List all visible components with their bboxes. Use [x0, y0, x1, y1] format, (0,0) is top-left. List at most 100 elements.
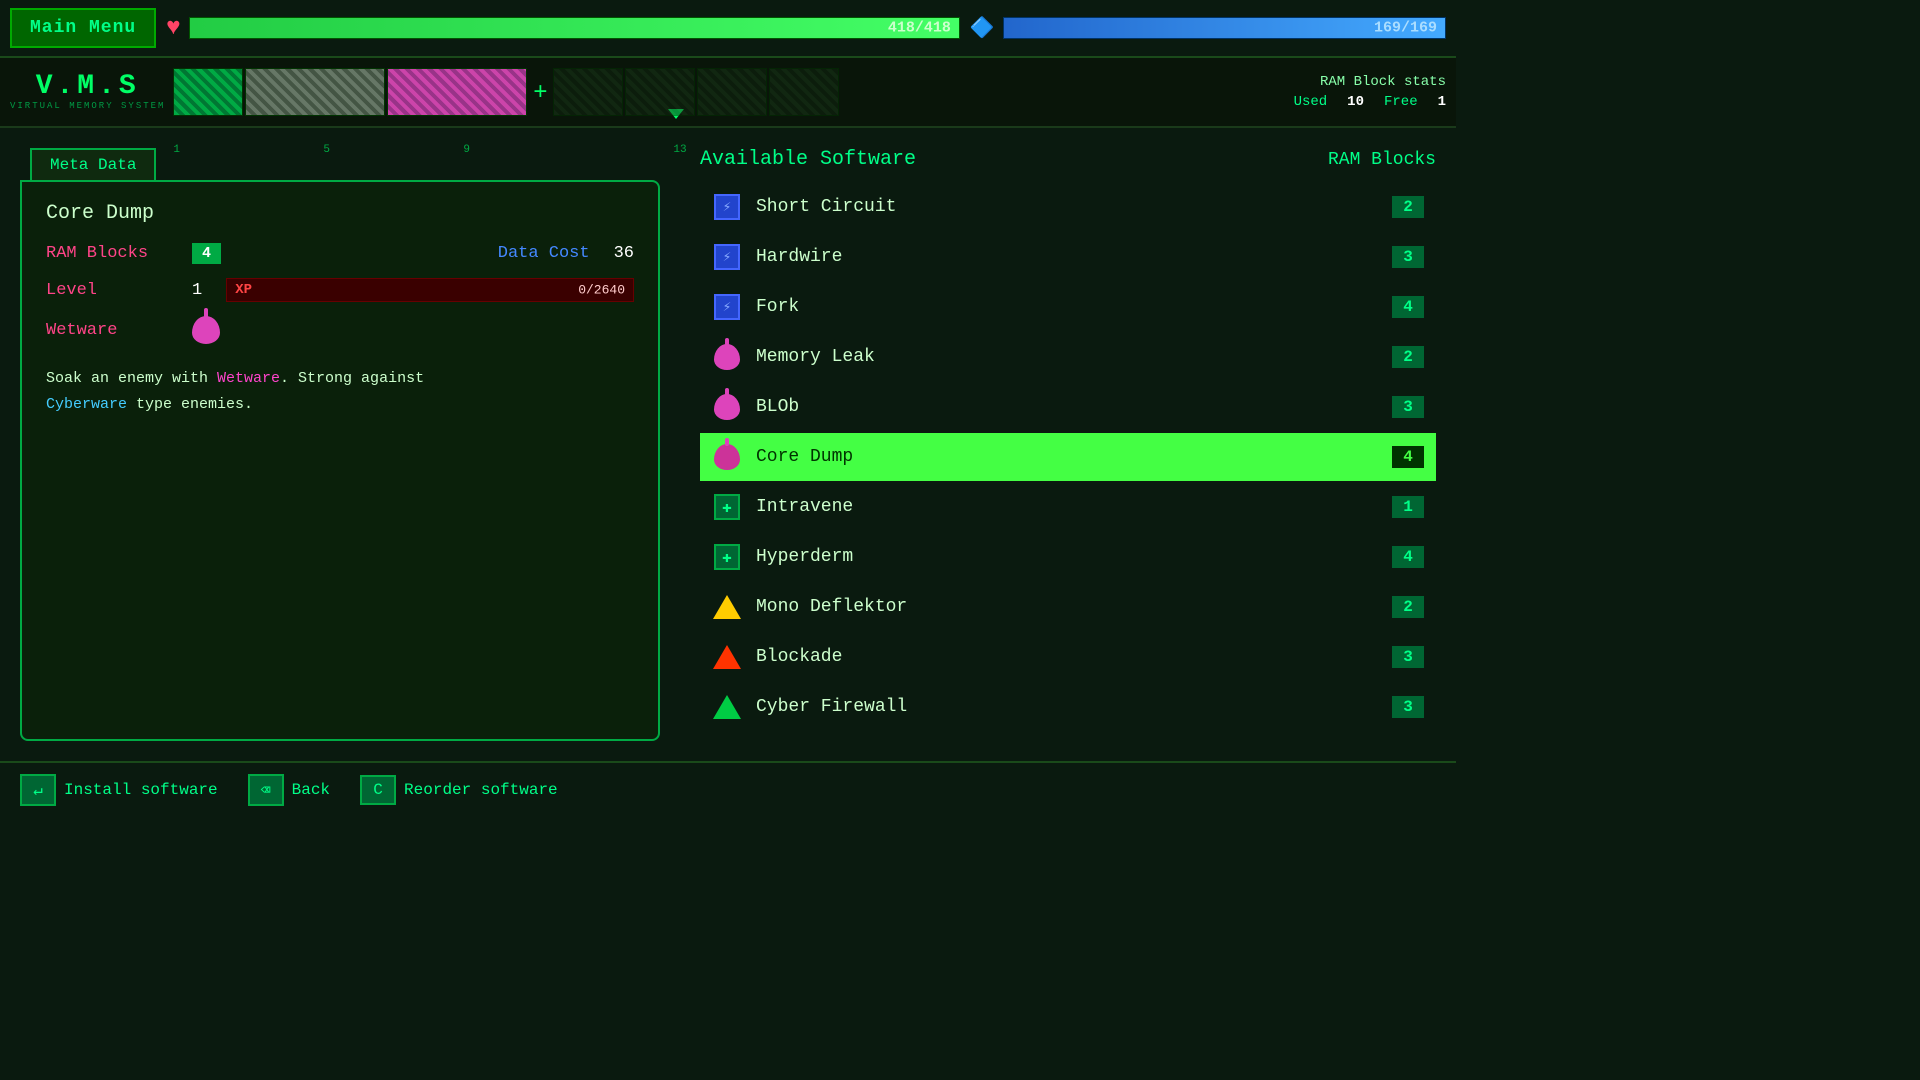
install-key-symbol: ↵ — [33, 780, 43, 800]
software-item-memory-leak[interactable]: Memory Leak 2 — [700, 333, 1436, 381]
software-item-blockade[interactable]: Blockade 3 — [700, 633, 1436, 681]
software-item-cyber-firewall[interactable]: Cyber Firewall 3 — [700, 683, 1436, 731]
health-bar-container: ♥ 418/418 — [166, 15, 960, 42]
install-software-button[interactable]: ↵ Install software — [20, 774, 218, 806]
ram-free-label: Free — [1384, 94, 1418, 110]
mp-text: 169/169 — [1374, 20, 1437, 37]
software-item-mono-deflektor[interactable]: Mono Deflektor 2 — [700, 583, 1436, 631]
meta-data-cost-label: Data Cost — [498, 244, 590, 263]
software-item-intravene[interactable]: ✚ Intravene 1 — [700, 483, 1436, 531]
software-title: Available Software — [700, 148, 916, 171]
ram-num-5: 5 — [323, 144, 330, 156]
sw-ram-hardwire: 3 — [1392, 246, 1424, 268]
ram-free-value: 1 — [1438, 94, 1446, 110]
vms-subtitle: VIRTUAL MEMORY SYSTEM — [10, 101, 165, 111]
desc-cyberware: Cyberware — [46, 396, 127, 413]
vms-title: V.M.S — [36, 73, 140, 101]
sw-ram-blockade: 3 — [1392, 646, 1424, 668]
sw-ram-intravene: 1 — [1392, 496, 1424, 518]
meta-tab[interactable]: Meta Data — [30, 148, 156, 180]
sw-name-hyperderm: Hyperderm — [756, 547, 1392, 567]
meta-ram-label: RAM Blocks — [46, 244, 176, 263]
main-menu-button[interactable]: Main Menu — [10, 8, 156, 48]
ram-stats-panel: RAM Block stats Used 10 Free 1 — [1226, 74, 1446, 110]
desc-line2: . Strong against — [280, 370, 424, 387]
sw-ram-mono-deflektor: 2 — [1392, 596, 1424, 618]
software-panel: Available Software RAM Blocks ⚡ Short Ci… — [680, 128, 1456, 761]
ram-segment-empty-2 — [625, 68, 695, 116]
mono-deflektor-icon — [712, 592, 742, 622]
short-circuit-icon: ⚡ — [712, 192, 742, 222]
main-content: Meta Data Core Dump RAM Blocks 4 Data Co… — [0, 128, 1456, 761]
meta-ram-value: 4 — [192, 243, 221, 264]
ram-num-1: 1 — [173, 144, 180, 156]
software-item-blob[interactable]: BLOb 3 — [700, 383, 1436, 431]
meta-box: Core Dump RAM Blocks 4 Data Cost 36 Leve… — [20, 180, 660, 741]
ram-add-button[interactable]: + — [529, 78, 551, 106]
ram-segment-green — [173, 68, 243, 116]
back-key-icon: ⌫ — [248, 774, 284, 806]
desc-line1: Soak an enemy with — [46, 370, 217, 387]
back-button[interactable]: ⌫ Back — [248, 774, 330, 806]
software-item-fork[interactable]: ⚡ Fork 4 — [700, 283, 1436, 331]
software-item-short-circuit[interactable]: ⚡ Short Circuit 2 — [700, 183, 1436, 231]
software-item-core-dump[interactable]: Core Dump 4 — [700, 433, 1436, 481]
software-header: Available Software RAM Blocks — [700, 148, 1436, 171]
hardwire-icon: ⚡ — [712, 242, 742, 272]
ram-segment-empty-4 — [769, 68, 839, 116]
mana-bar-container: 🔷 169/169 — [970, 15, 1446, 41]
software-item-hyperderm[interactable]: ✚ Hyperderm 4 — [700, 533, 1436, 581]
install-key-icon: ↵ — [20, 774, 56, 806]
sw-name-memory-leak: Memory Leak — [756, 347, 1392, 367]
fork-icon: ⚡ — [712, 292, 742, 322]
meta-level-value: 1 — [192, 281, 202, 300]
sw-ram-cyber-firewall: 3 — [1392, 696, 1424, 718]
desc-wetware: Wetware — [217, 370, 280, 387]
intravene-icon: ✚ — [712, 492, 742, 522]
ram-stats-detail: Used 10 Free 1 — [1226, 94, 1446, 110]
xp-text: 0/2640 — [578, 283, 625, 298]
xp-bar-wrapper: XP 0/2640 — [226, 278, 634, 302]
software-item-hardwire[interactable]: ⚡ Hardwire 3 — [700, 233, 1436, 281]
back-label: Back — [292, 781, 330, 799]
sw-name-blob: BLOb — [756, 397, 1392, 417]
reorder-label: Reorder software — [404, 781, 558, 799]
reorder-software-button[interactable]: C Reorder software — [360, 775, 558, 805]
ram-segment-pink — [387, 68, 527, 116]
ram-used-value: 10 — [1347, 94, 1364, 110]
ram-segment-gray — [245, 68, 385, 116]
ram-blocks-column-header: RAM Blocks — [1328, 150, 1436, 170]
blob-icon — [712, 392, 742, 422]
mana-icon: 🔷 — [970, 15, 995, 41]
top-bar: Main Menu ♥ 418/418 🔷 169/169 — [0, 0, 1456, 58]
hp-text: 418/418 — [888, 20, 951, 37]
sw-ram-short-circuit: 2 — [1392, 196, 1424, 218]
sw-name-short-circuit: Short Circuit — [756, 197, 1392, 217]
heart-icon: ♥ — [166, 15, 180, 42]
ram-segment-empty-1 — [553, 68, 623, 116]
desc-line4: type enemies. — [127, 396, 253, 413]
sw-name-hardwire: Hardwire — [756, 247, 1392, 267]
memory-leak-icon — [712, 342, 742, 372]
sw-ram-memory-leak: 2 — [1392, 346, 1424, 368]
meta-wetware-label: Wetware — [46, 321, 176, 340]
sw-name-cyber-firewall: Cyber Firewall — [756, 697, 1392, 717]
sw-ram-core-dump: 4 — [1392, 446, 1424, 468]
meta-level-row: Level 1 XP 0/2640 — [46, 278, 634, 302]
sw-name-mono-deflektor: Mono Deflektor — [756, 597, 1392, 617]
ram-num-9: 9 — [463, 144, 470, 156]
sw-ram-hyperderm: 4 — [1392, 546, 1424, 568]
reorder-key-symbol: C — [373, 781, 383, 799]
description-text: Soak an enemy with Wetware. Strong again… — [46, 366, 634, 417]
bottom-bar: ↵ Install software ⌫ Back C Reorder soft… — [0, 761, 1456, 816]
core-dump-icon — [712, 442, 742, 472]
sw-name-core-dump: Core Dump — [756, 447, 1392, 467]
meta-level-label: Level — [46, 281, 176, 300]
software-list: ⚡ Short Circuit 2 ⚡ Hardwire 3 ⚡ Fork 4 — [700, 183, 1436, 751]
meta-ram-row: RAM Blocks 4 Data Cost 36 — [46, 243, 634, 264]
xp-label: XP — [235, 282, 252, 298]
hp-bar: 418/418 — [189, 17, 960, 39]
blockade-icon — [712, 642, 742, 672]
ram-used-label: Used — [1294, 94, 1328, 110]
sw-ram-fork: 4 — [1392, 296, 1424, 318]
